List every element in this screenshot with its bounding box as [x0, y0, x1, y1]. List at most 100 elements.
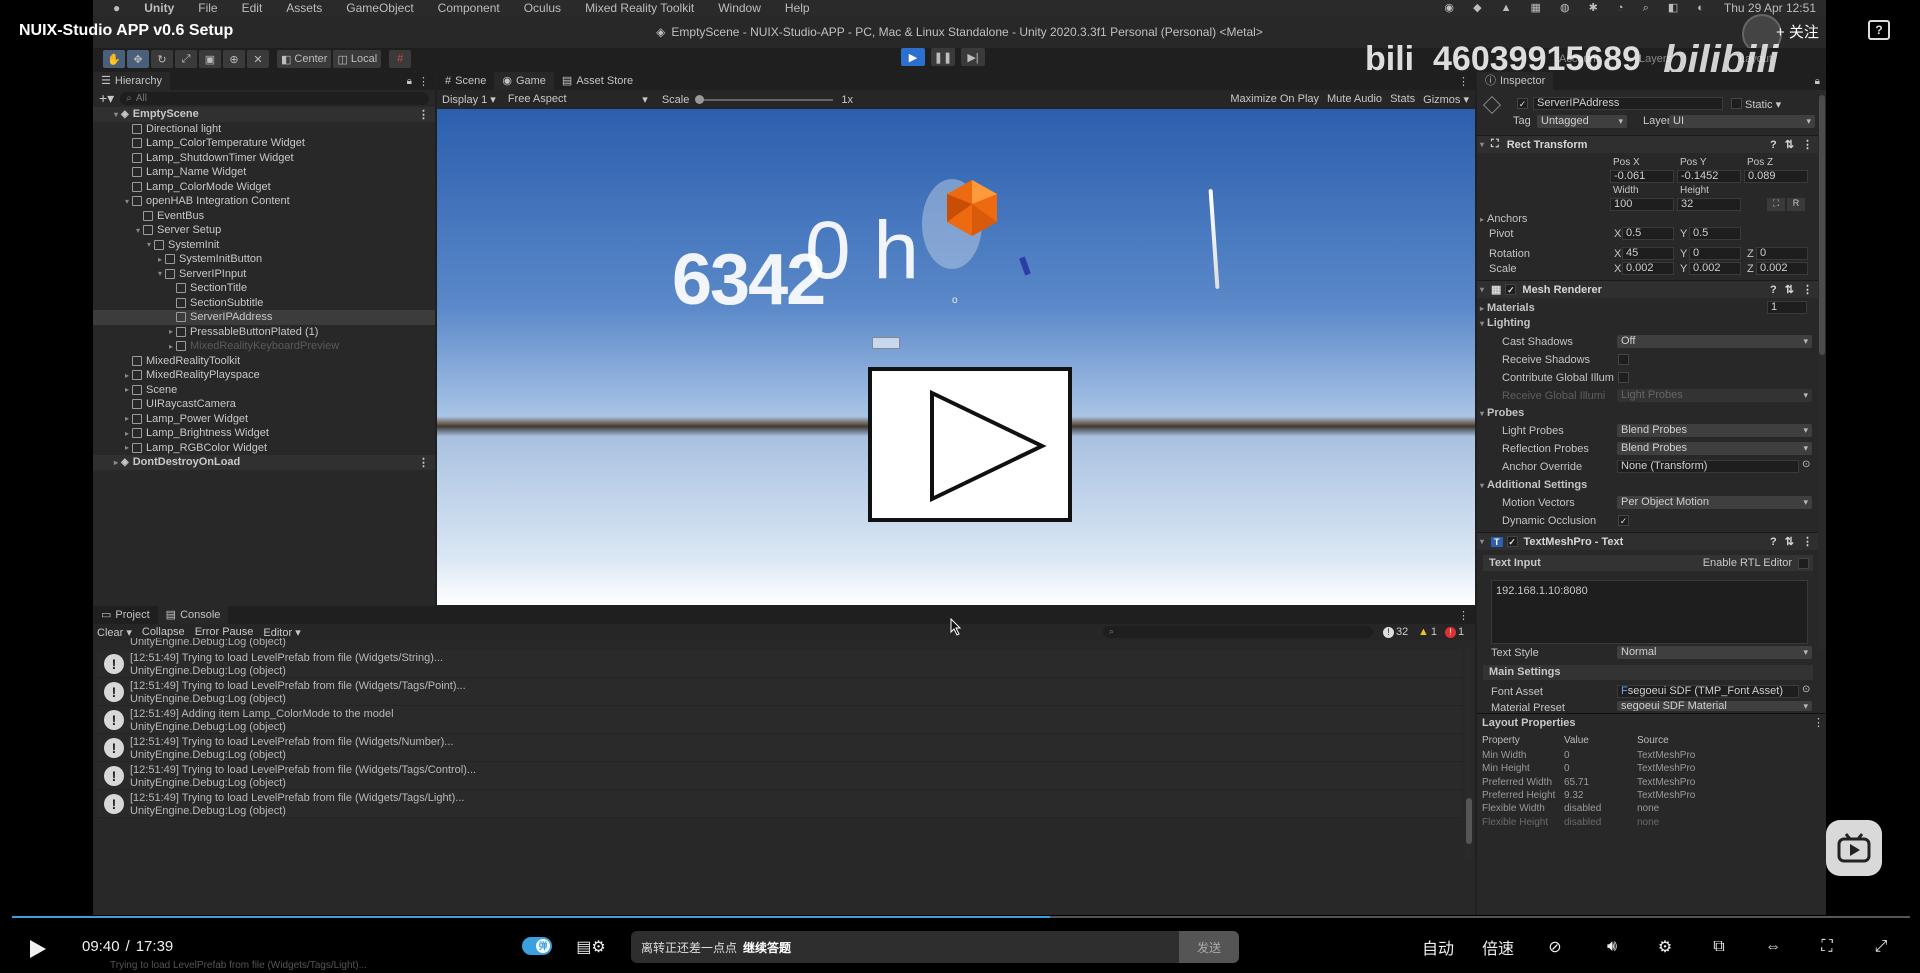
hierarchy-row[interactable]: ▾ ◈ EmptyScene ⋮	[93, 107, 435, 122]
expand-arrow-icon[interactable]: ▸	[111, 458, 121, 467]
expand-arrow-icon[interactable]: ▾	[133, 226, 143, 235]
grid-snap-icon[interactable]: #	[389, 50, 412, 68]
settings-icon[interactable]: ⚙	[1650, 935, 1680, 959]
active-checkbox[interactable]: ✓	[1517, 98, 1528, 109]
height-field[interactable]: 32	[1677, 198, 1741, 211]
clear-button[interactable]: Clear ▾	[97, 626, 132, 639]
tag-dropdown[interactable]: Untagged	[1537, 115, 1627, 128]
pivot-center-toggle[interactable]: ◧ Center	[277, 50, 332, 68]
materials-count-field[interactable]: 1	[1767, 301, 1807, 314]
mesh-help-icon[interactable]: ?	[1770, 284, 1777, 296]
move-tool-icon[interactable]: ✥	[127, 50, 149, 68]
console-scrollbar-thumb[interactable]	[1466, 798, 1472, 844]
lighting-row[interactable]: ▾ Lighting	[1477, 316, 1819, 330]
rotation-z-field[interactable]: 0	[1756, 247, 1808, 260]
tab-hierarchy[interactable]: ☰ Hierarchy	[93, 72, 170, 90]
panel-menu-icon[interactable]: ⋮	[418, 75, 429, 88]
mute-audio-toggle[interactable]: Mute Audio	[1327, 93, 1382, 106]
dynamic-occlusion-checkbox[interactable]: ✓	[1618, 515, 1629, 526]
pip-icon[interactable]: ⧉	[1704, 935, 1734, 959]
hierarchy-row[interactable]: ▸ SystemInitButton	[93, 252, 435, 267]
expand-arrow-icon[interactable]: ▸	[122, 429, 132, 438]
object-picker-icon[interactable]: ⊙	[1802, 459, 1810, 470]
tmp-preset-icon[interactable]: ⇅	[1785, 535, 1794, 548]
font-asset-field[interactable]: Fsegoeui SDF (TMP_Font Asset)	[1617, 685, 1799, 698]
probes-row[interactable]: ▾ Probes	[1477, 406, 1819, 420]
rect-tool-icon[interactable]: ▣	[199, 50, 221, 68]
posz-field[interactable]: 0.089	[1744, 170, 1808, 183]
expand-arrow-icon[interactable]: ▸	[122, 385, 132, 394]
hand-tool-icon[interactable]: ✋	[103, 50, 125, 68]
hierarchy-row[interactable]: ▸ Lamp_Brightness Widget	[93, 426, 435, 441]
danmaku-toggle[interactable]: 弹	[522, 937, 552, 955]
additional-settings-row[interactable]: ▾ Additional Settings	[1477, 478, 1819, 492]
tmp-enabled-checkbox[interactable]: ✓	[1506, 536, 1518, 547]
tmp-help-icon[interactable]: ?	[1770, 536, 1777, 548]
receive-shadows-checkbox[interactable]	[1618, 354, 1629, 365]
scene-menu-icon[interactable]: ⋮	[418, 108, 429, 121]
hierarchy-row[interactable]: Lamp_ColorTemperature Widget	[93, 136, 435, 151]
hierarchy-row[interactable]: ▾ SystemInit	[93, 238, 435, 253]
play-pause-button[interactable]	[22, 935, 52, 963]
light-probes-dropdown[interactable]: Blend Probes	[1617, 424, 1812, 437]
log-count-toggle[interactable]: ! 32	[1383, 626, 1408, 638]
text-style-dropdown[interactable]: Normal	[1617, 646, 1812, 659]
hierarchy-row[interactable]: Lamp_Name Widget	[93, 165, 435, 180]
tab-inspector[interactable]: ⓘ Inspector	[1477, 72, 1554, 90]
progress-bar[interactable]	[12, 916, 1910, 918]
expand-arrow-icon[interactable]: ▸	[155, 255, 165, 264]
transform-tool-icon[interactable]: ⊕	[223, 50, 245, 68]
scale-tool-icon[interactable]: ⤢	[175, 50, 197, 68]
maximize-on-play-toggle[interactable]: Maximize On Play	[1230, 93, 1319, 106]
rtl-checkbox[interactable]	[1798, 557, 1809, 569]
scene-menu-icon[interactable]: ⋮	[418, 456, 429, 469]
hierarchy-row[interactable]: ▸ MixedRealityPlayspace	[93, 368, 435, 383]
expand-arrow-icon[interactable]: ▾	[144, 240, 154, 249]
hierarchy-search-input[interactable]: ⌕ All	[120, 92, 429, 105]
expand-arrow-icon[interactable]: ▸	[122, 443, 132, 452]
expand-arrow-icon[interactable]: ▸	[122, 414, 132, 423]
text-input-area[interactable]: 192.168.1.10:8080	[1491, 580, 1808, 644]
receive-gi-dropdown[interactable]: Light Probes	[1617, 389, 1812, 402]
tab-asset-store[interactable]: ▤ Asset Store	[554, 72, 641, 90]
hierarchy-row[interactable]: UIRaycastCamera	[93, 397, 435, 412]
console-log-row[interactable]: ! [12:51:49] Adding item Lamp_ColorMode t…	[97, 706, 1462, 734]
hierarchy-row[interactable]: Lamp_ColorMode Widget	[93, 180, 435, 195]
rotation-y-field[interactable]: 0	[1689, 247, 1741, 260]
rotation-x-field[interactable]: 45	[1622, 247, 1674, 260]
menu-mrtk[interactable]: Mixed Reality Toolkit	[585, 1, 694, 15]
bilibili-tv-button[interactable]	[1826, 820, 1882, 876]
error-count-toggle[interactable]: ! 1	[1445, 626, 1464, 638]
hierarchy-row[interactable]: Lamp_ShutdownTimer Widget	[93, 151, 435, 166]
object-name-field[interactable]: ServerIPAddress	[1533, 97, 1723, 110]
danmaku-input[interactable]: 离转正还差一点点 继续答题	[631, 931, 1179, 963]
warn-count-toggle[interactable]: ▲ 1	[1418, 626, 1437, 638]
expand-arrow-icon[interactable]: ▸	[166, 327, 176, 336]
inspector-scrollbar[interactable]	[1818, 90, 1826, 650]
mesh-menu-icon[interactable]: ⋮	[1802, 283, 1813, 296]
anchors-row[interactable]: ▸ Anchors	[1477, 212, 1819, 226]
apple-icon[interactable]: ●	[113, 1, 120, 15]
speed-button[interactable]: 倍速	[1478, 935, 1518, 959]
console-log-row[interactable]: ! [12:51:49] Trying to load LevelPrefab f…	[97, 762, 1462, 790]
help-icon[interactable]: ?	[1868, 20, 1890, 40]
console-panel-menu-icon[interactable]: ⋮	[1458, 609, 1469, 622]
web-fullscreen-icon[interactable]: ⛶	[1812, 935, 1842, 959]
expand-arrow-icon[interactable]: ▾	[122, 197, 132, 206]
scale-z-field[interactable]: 0.002	[1756, 262, 1808, 275]
hierarchy-row[interactable]: ServerIPAddress	[93, 310, 435, 325]
motion-vectors-dropdown[interactable]: Per Object Motion	[1617, 496, 1812, 509]
console-scrollbar[interactable]	[1465, 648, 1473, 860]
editor-dropdown[interactable]: Editor ▾	[263, 626, 300, 639]
console-log-row[interactable]: ! [12:51:49] Trying to load LevelPrefab f…	[97, 790, 1462, 818]
pivot-local-toggle[interactable]: ◫ Local	[333, 50, 382, 68]
hierarchy-row[interactable]: SectionSubtitle	[93, 296, 435, 311]
inspector-lock-icon[interactable]: 🔒︎	[1815, 76, 1820, 87]
custom-tool-icon[interactable]: ✕	[247, 50, 269, 68]
step-button[interactable]: ▶|	[961, 48, 985, 66]
widescreen-icon[interactable]: ⇔	[1758, 935, 1788, 959]
static-dropdown[interactable]: Static ▾	[1745, 98, 1781, 111]
game-view[interactable]: 6342 0 h o	[437, 109, 1475, 605]
expand-arrow-icon[interactable]: ▾	[111, 110, 121, 119]
play-button[interactable]: ▶	[901, 48, 925, 66]
